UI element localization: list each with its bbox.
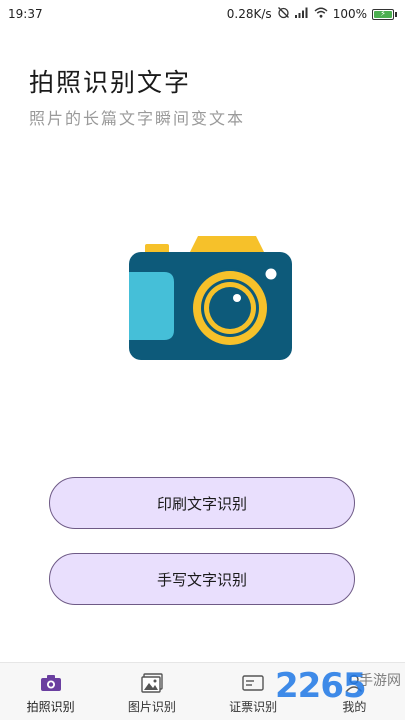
status-icons: 0.28K/s 100% ⚡ (227, 6, 397, 22)
tab-photo-ocr[interactable]: 拍照识别 (0, 663, 101, 720)
handwriting-ocr-button[interactable]: 手写文字识别 (49, 553, 355, 605)
bottom-tab-bar: 拍照识别 图片识别 证票识别 我的 (0, 662, 405, 720)
print-ocr-button[interactable]: 印刷文字识别 (49, 477, 355, 529)
signal-icon (294, 7, 309, 21)
page-title: 拍照识别文字 (29, 68, 192, 97)
battery-charging-icon: ⚡ (372, 8, 397, 20)
network-speed: 0.28K/s (226, 7, 272, 21)
status-bar: 19:37 0.28K/s 100% ⚡ (0, 0, 405, 28)
user-icon (342, 672, 366, 694)
tab-document-ocr[interactable]: 证票识别 (203, 663, 304, 720)
tab-profile[interactable]: 我的 (304, 663, 405, 720)
status-time: 19:37 (8, 7, 43, 21)
page-subtitle: 照片的长篇文字瞬间变文本 (29, 109, 246, 128)
tab-label: 图片识别 (127, 700, 176, 714)
id-card-icon (241, 672, 265, 694)
image-icon (140, 672, 164, 694)
wifi-icon (314, 7, 328, 21)
tab-label: 拍照识别 (26, 700, 75, 714)
battery-percent: 100% (332, 7, 367, 21)
tab-label: 我的 (342, 700, 367, 714)
alarm-off-icon (277, 6, 290, 22)
camera-icon (39, 672, 63, 694)
camera-icon (128, 232, 293, 362)
tab-image-ocr[interactable]: 图片识别 (101, 663, 202, 720)
tab-label: 证票识别 (229, 700, 278, 714)
